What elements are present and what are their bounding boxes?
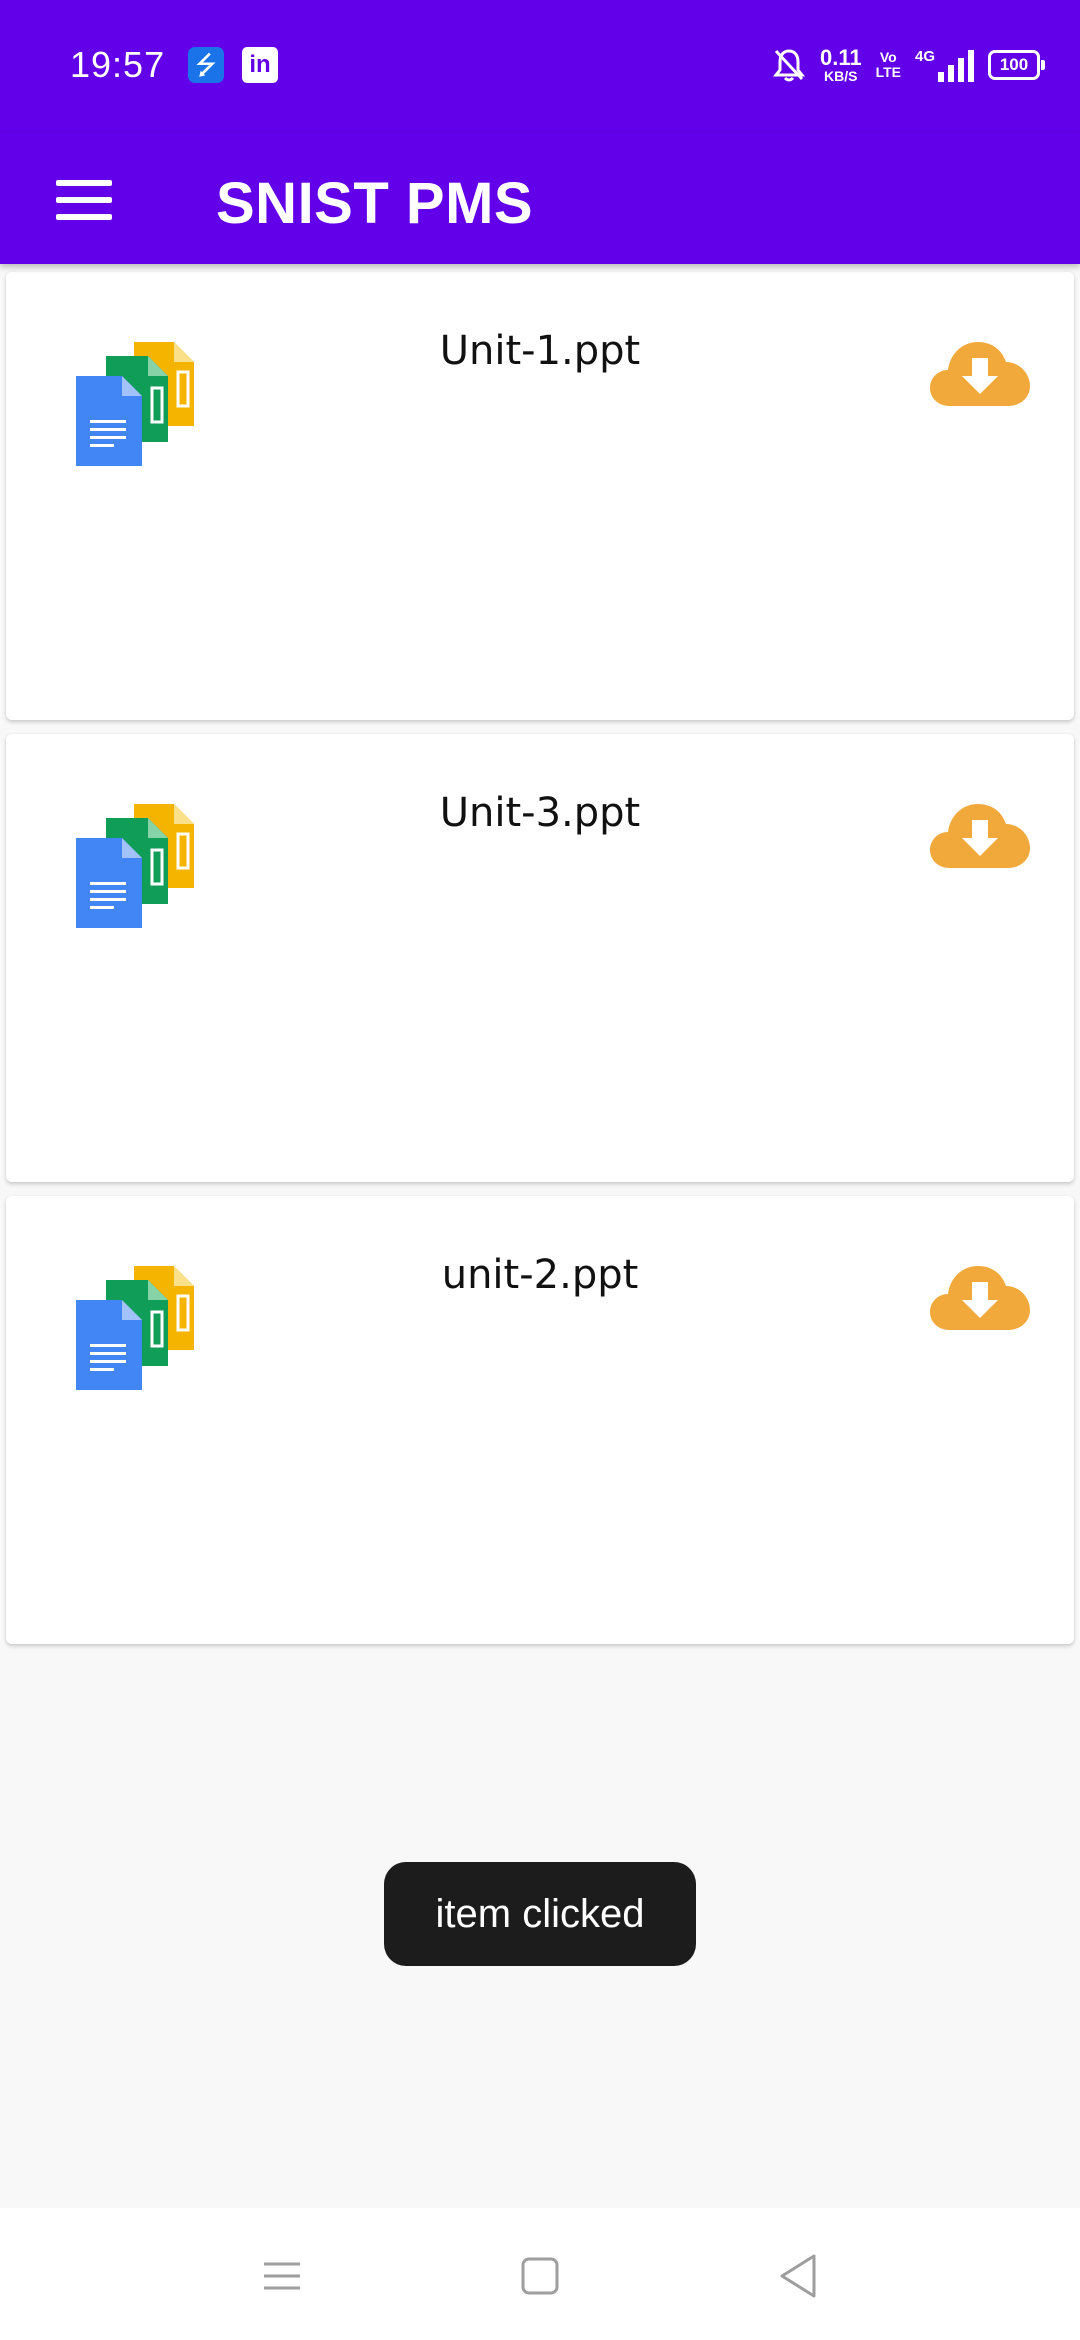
usb-icon: ⭍ — [188, 47, 224, 83]
battery-icon: 100 — [988, 50, 1045, 80]
toast-message: item clicked — [384, 1862, 696, 1966]
system-nav-bar — [0, 2208, 1080, 2340]
cloud-download-icon[interactable] — [930, 800, 1030, 870]
cloud-download-icon[interactable] — [930, 338, 1030, 408]
file-card[interactable]: Unit-1.ppt — [6, 272, 1074, 720]
file-name: unit-2.ppt — [441, 1252, 639, 1298]
signal-bars-icon — [938, 50, 974, 82]
file-name: Unit-1.ppt — [439, 328, 641, 374]
network-speed-unit: KB/S — [824, 68, 858, 84]
page-title: SNIST PMS — [216, 171, 534, 236]
file-card[interactable]: Unit-3.ppt — [6, 734, 1074, 1182]
volte-top: Vo — [879, 49, 897, 66]
volte-bottom: LTE — [875, 64, 901, 80]
network-speed-value: 0.11 — [819, 45, 862, 70]
network-type: 4G — [914, 48, 935, 65]
network-speed: 0.11 KB/S — [819, 45, 862, 84]
file-card[interactable]: unit-2.ppt — [6, 1196, 1074, 1644]
home-icon[interactable] — [504, 2240, 576, 2312]
app-toolbar: SNIST PMS — [0, 132, 1080, 264]
cloud-download-icon[interactable] — [930, 1262, 1030, 1332]
file-name: Unit-3.ppt — [439, 790, 641, 836]
status-indicators: 0.11 KB/S Vo LTE 4G 100 — [772, 40, 1045, 90]
linkedin-icon: in — [242, 47, 278, 83]
status-bar: 19:57 ⭍ in 0.11 KB/S Vo LTE 4G 100 — [0, 0, 1080, 132]
hamburger-menu-icon[interactable] — [40, 156, 128, 244]
volte-indicator: Vo LTE — [876, 50, 901, 79]
back-icon[interactable] — [762, 2240, 834, 2312]
silent-bell-icon — [772, 49, 806, 82]
signal-indicator: 4G — [915, 48, 974, 82]
status-time: 19:57 — [70, 44, 166, 85]
recents-icon[interactable] — [246, 2240, 318, 2312]
